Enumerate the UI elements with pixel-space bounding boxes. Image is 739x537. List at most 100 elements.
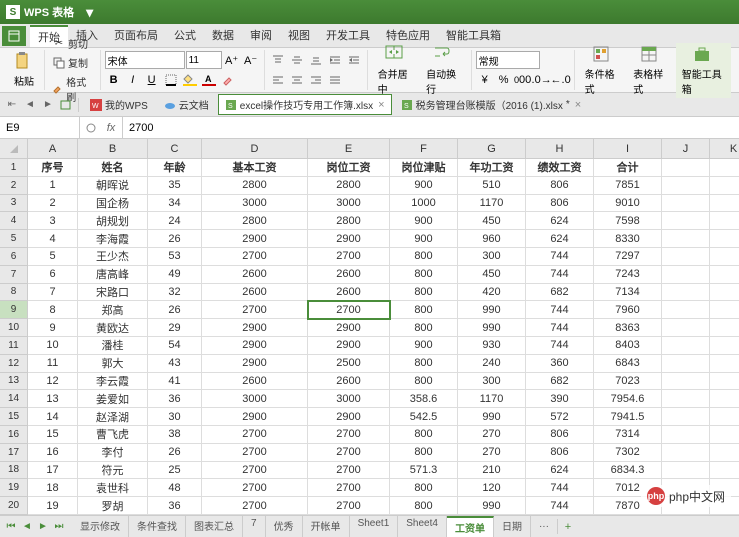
cell-F6[interactable]: 800 xyxy=(390,248,458,266)
cell-D4[interactable]: 2800 xyxy=(202,212,308,230)
cell-K16[interactable] xyxy=(710,426,739,444)
cell-E6[interactable]: 2700 xyxy=(308,248,390,266)
cell-E2[interactable]: 2800 xyxy=(308,177,390,195)
cell-D6[interactable]: 2700 xyxy=(202,248,308,266)
cell-I8[interactable]: 7134 xyxy=(594,284,662,302)
cell-B5[interactable]: 李海霞 xyxy=(78,230,148,248)
cell-J7[interactable] xyxy=(662,266,710,284)
cell-F11[interactable]: 900 xyxy=(390,337,458,355)
cell-G9[interactable]: 990 xyxy=(458,301,526,319)
cell-D3[interactable]: 3000 xyxy=(202,195,308,213)
cell-C18[interactable]: 25 xyxy=(148,462,202,480)
row-header-16[interactable]: 16 xyxy=(0,426,28,444)
cell-H17[interactable]: 806 xyxy=(526,444,594,462)
cell-J10[interactable] xyxy=(662,319,710,337)
cell-A5[interactable]: 4 xyxy=(28,230,78,248)
cell-H5[interactable]: 624 xyxy=(526,230,594,248)
cell-H4[interactable]: 624 xyxy=(526,212,594,230)
indent-decrease-button[interactable] xyxy=(326,51,344,69)
cell-B7[interactable]: 唐高峰 xyxy=(78,266,148,284)
sheet-tabs-more[interactable]: ··· xyxy=(531,519,558,534)
cell-C20[interactable]: 36 xyxy=(148,497,202,515)
cell-K2[interactable] xyxy=(710,177,739,195)
cell-D14[interactable]: 3000 xyxy=(202,390,308,408)
cell-K14[interactable] xyxy=(710,390,739,408)
row-header-11[interactable]: 11 xyxy=(0,337,28,355)
conditional-format-button[interactable]: 条件格式 xyxy=(579,43,626,98)
copy-button[interactable]: 复制 xyxy=(49,54,96,71)
cell-E15[interactable]: 2900 xyxy=(308,408,390,426)
cell-G17[interactable]: 270 xyxy=(458,444,526,462)
distribute-button[interactable] xyxy=(326,71,344,89)
cell-F5[interactable]: 900 xyxy=(390,230,458,248)
cell-A18[interactable]: 17 xyxy=(28,462,78,480)
cell-G1[interactable]: 年功工资 xyxy=(458,159,526,177)
cell-A3[interactable]: 2 xyxy=(28,195,78,213)
cell-I13[interactable]: 7023 xyxy=(594,373,662,391)
cell-I17[interactable]: 7302 xyxy=(594,444,662,462)
cell-D12[interactable]: 2900 xyxy=(202,355,308,373)
cell-C9[interactable]: 26 xyxy=(148,301,202,319)
cell-K10[interactable] xyxy=(710,319,739,337)
cell-C17[interactable]: 26 xyxy=(148,444,202,462)
col-header-F[interactable]: F xyxy=(390,139,458,159)
col-header-G[interactable]: G xyxy=(458,139,526,159)
menu-item-7[interactable]: 开发工具 xyxy=(318,25,378,47)
row-header-2[interactable]: 2 xyxy=(0,177,28,195)
cell-E8[interactable]: 2600 xyxy=(308,284,390,302)
cell-E5[interactable]: 2900 xyxy=(308,230,390,248)
col-header-D[interactable]: D xyxy=(202,139,308,159)
sheet-tab-8[interactable]: 工资单 xyxy=(447,516,494,537)
cell-D20[interactable]: 2700 xyxy=(202,497,308,515)
cell-E14[interactable]: 3000 xyxy=(308,390,390,408)
cell-A8[interactable]: 7 xyxy=(28,284,78,302)
cell-D2[interactable]: 2800 xyxy=(202,177,308,195)
cell-A14[interactable]: 13 xyxy=(28,390,78,408)
cell-I15[interactable]: 7941.5 xyxy=(594,408,662,426)
cell-K7[interactable] xyxy=(710,266,739,284)
cell-D7[interactable]: 2600 xyxy=(202,266,308,284)
col-header-E[interactable]: E xyxy=(308,139,390,159)
cell-K13[interactable] xyxy=(710,373,739,391)
cell-I10[interactable]: 8363 xyxy=(594,319,662,337)
sheet-tab-9[interactable]: 日期 xyxy=(494,516,531,537)
fx-icon[interactable]: fx xyxy=(104,121,118,135)
cell-G2[interactable]: 510 xyxy=(458,177,526,195)
cell-F14[interactable]: 358.6 xyxy=(390,390,458,408)
tab-nav-next[interactable]: ► xyxy=(40,97,56,113)
select-all-corner[interactable] xyxy=(0,139,28,159)
col-header-A[interactable]: A xyxy=(28,139,78,159)
cell-K5[interactable] xyxy=(710,230,739,248)
cell-J3[interactable] xyxy=(662,195,710,213)
cell-H19[interactable]: 744 xyxy=(526,479,594,497)
clear-format-button[interactable] xyxy=(219,71,237,89)
cell-E1[interactable]: 岗位工资 xyxy=(308,159,390,177)
cell-F20[interactable]: 800 xyxy=(390,497,458,515)
decrease-decimal-button[interactable]: ←.0 xyxy=(552,71,570,89)
cell-H1[interactable]: 绩效工资 xyxy=(526,159,594,177)
formula-input[interactable]: 2700 xyxy=(123,122,739,134)
currency-button[interactable]: ¥ xyxy=(476,71,494,89)
close-icon[interactable]: × xyxy=(378,99,384,111)
cell-H15[interactable]: 572 xyxy=(526,408,594,426)
cell-K12[interactable] xyxy=(710,355,739,373)
align-top-button[interactable] xyxy=(269,51,287,69)
cell-E3[interactable]: 3000 xyxy=(308,195,390,213)
row-header-3[interactable]: 3 xyxy=(0,195,28,213)
cell-B1[interactable]: 姓名 xyxy=(78,159,148,177)
cell-A12[interactable]: 11 xyxy=(28,355,78,373)
fill-color-button[interactable] xyxy=(181,71,199,89)
cell-G3[interactable]: 1170 xyxy=(458,195,526,213)
comma-button[interactable]: 000 xyxy=(514,71,532,89)
cell-B11[interactable]: 潘桂 xyxy=(78,337,148,355)
cut-button[interactable]: ✂剪切 xyxy=(49,35,96,52)
cell-C19[interactable]: 48 xyxy=(148,479,202,497)
cell-D13[interactable]: 2600 xyxy=(202,373,308,391)
cell-J12[interactable] xyxy=(662,355,710,373)
cell-A1[interactable]: 序号 xyxy=(28,159,78,177)
cell-H9[interactable]: 744 xyxy=(526,301,594,319)
cell-H3[interactable]: 806 xyxy=(526,195,594,213)
percent-button[interactable]: % xyxy=(495,71,513,89)
cell-C2[interactable]: 35 xyxy=(148,177,202,195)
cell-H7[interactable]: 744 xyxy=(526,266,594,284)
